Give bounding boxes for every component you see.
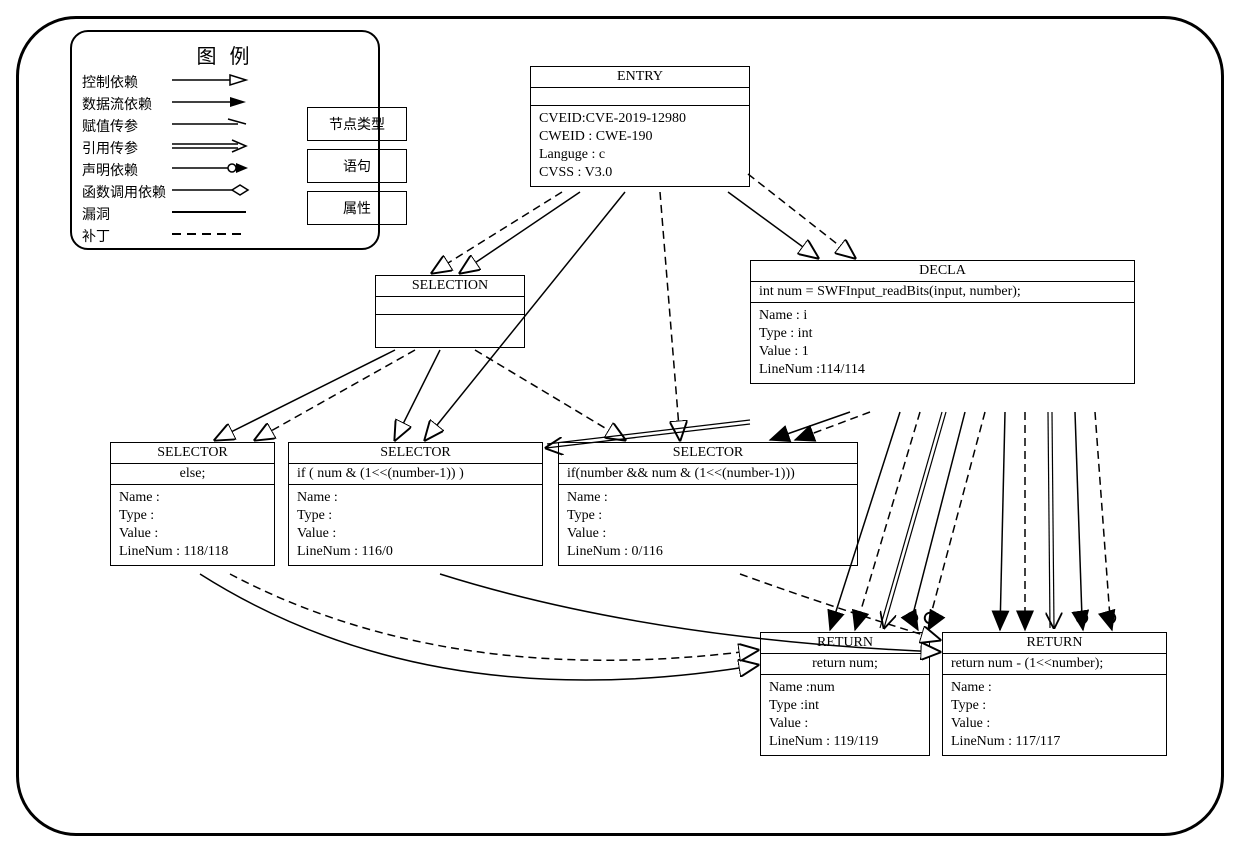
line-icon: [170, 204, 250, 228]
attr-line: Type : int: [759, 325, 1126, 343]
attr-line: Name :: [297, 489, 534, 507]
arrow-icon: [170, 94, 250, 118]
arrow-icon: [170, 138, 250, 162]
legend-panel: 图 例 控制依赖 数据流依赖 赋值传参 引用传参 声明依赖 函数调用依赖 漏洞 …: [70, 30, 380, 250]
node-attrs: [376, 315, 524, 347]
node-stmt: return num;: [761, 654, 929, 675]
arrow-icon: [170, 116, 250, 140]
legend-row: 控制依赖: [82, 73, 368, 95]
node-head: SELECTOR: [111, 443, 274, 464]
node-stmt: else;: [111, 464, 274, 485]
node-attrs: Name : Type : Value : LineNum : 117/117: [943, 675, 1166, 755]
attr-line: CVEID:CVE-2019-12980: [539, 110, 741, 128]
line-icon: [170, 226, 250, 250]
attr-line: Name :: [951, 679, 1158, 697]
node-stmt: return num - (1<<number);: [943, 654, 1166, 675]
node-head: RETURN: [943, 633, 1166, 654]
legend-label-call-dep: 函数调用依赖: [82, 183, 170, 205]
attr-line: Name : i: [759, 307, 1126, 325]
legend-shape-stmt: 语句: [307, 149, 407, 183]
attr-line: LineNum : 118/118: [119, 543, 266, 561]
legend-label-control-dep: 控制依赖: [82, 73, 170, 95]
attr-line: Value :: [769, 715, 921, 733]
legend-label-ref-param: 引用传参: [82, 139, 170, 161]
legend-title: 图 例: [82, 40, 368, 69]
node-return-expr: RETURN return num - (1<<number); Name : …: [942, 632, 1167, 756]
attr-line: LineNum :114/114: [759, 361, 1126, 379]
node-head: ENTRY: [531, 67, 749, 88]
node-attrs: Name : i Type : int Value : 1 LineNum :1…: [751, 303, 1134, 383]
node-selection: SELECTION: [375, 275, 525, 348]
attr-line: Value :: [567, 525, 849, 543]
node-stmt: if ( num & (1<<(number-1)) ): [289, 464, 542, 485]
node-head: SELECTION: [376, 276, 524, 297]
node-attrs: Name :num Type :int Value : LineNum : 11…: [761, 675, 929, 755]
node-attrs: Name : Type : Value : LineNum : 116/0: [289, 485, 542, 565]
attr-line: LineNum : 0/116: [567, 543, 849, 561]
attr-line: Type :: [119, 507, 266, 525]
attr-line: CVSS : V3.0: [539, 164, 741, 182]
node-stmt: int num = SWFInput_readBits(input, numbe…: [751, 282, 1134, 303]
attr-line: Type :: [297, 507, 534, 525]
legend-label-patch: 补丁: [82, 227, 170, 249]
attr-line: Value :: [297, 525, 534, 543]
node-stmt: [376, 297, 524, 315]
node-stmt: [531, 88, 749, 106]
arrow-icon: [170, 182, 250, 206]
arrow-icon: [170, 72, 250, 96]
attr-line: LineNum : 116/0: [297, 543, 534, 561]
node-selector-if1: SELECTOR if ( num & (1<<(number-1)) ) Na…: [288, 442, 543, 566]
attr-line: Name :: [567, 489, 849, 507]
attr-line: Languge : c: [539, 146, 741, 164]
node-return-num: RETURN return num; Name :num Type :int V…: [760, 632, 930, 756]
node-stmt: if(number && num & (1<<(number-1))): [559, 464, 857, 485]
attr-line: LineNum : 117/117: [951, 733, 1158, 751]
node-selector-else: SELECTOR else; Name : Type : Value : Lin…: [110, 442, 275, 566]
attr-line: Name :: [119, 489, 266, 507]
attr-line: Value :: [951, 715, 1158, 733]
attr-line: Value :: [119, 525, 266, 543]
attr-line: Type :: [567, 507, 849, 525]
legend-label-dataflow-dep: 数据流依赖: [82, 95, 170, 117]
attr-line: CWEID : CWE-190: [539, 128, 741, 146]
attr-line: Type :: [951, 697, 1158, 715]
attr-line: Value : 1: [759, 343, 1126, 361]
node-head: SELECTOR: [289, 443, 542, 464]
legend-label-vuln: 漏洞: [82, 205, 170, 227]
node-attrs: Name : Type : Value : LineNum : 118/118: [111, 485, 274, 565]
legend-label-assign-param: 赋值传参: [82, 117, 170, 139]
node-head: RETURN: [761, 633, 929, 654]
attr-line: Type :int: [769, 697, 921, 715]
node-decla: DECLA int num = SWFInput_readBits(input,…: [750, 260, 1135, 384]
attr-line: LineNum : 119/119: [769, 733, 921, 751]
node-head: SELECTOR: [559, 443, 857, 464]
legend-label-decl-dep: 声明依赖: [82, 161, 170, 183]
legend-shape-attr: 属性: [307, 191, 407, 225]
arrow-icon: [170, 160, 250, 184]
legend-shape-nodetype: 节点类型: [307, 107, 407, 141]
node-selector-if2: SELECTOR if(number && num & (1<<(number-…: [558, 442, 858, 566]
node-attrs: CVEID:CVE-2019-12980 CWEID : CWE-190 Lan…: [531, 106, 749, 186]
attr-line: Name :num: [769, 679, 921, 697]
node-attrs: Name : Type : Value : LineNum : 0/116: [559, 485, 857, 565]
legend-shapes: 节点类型 语句 属性: [307, 107, 407, 233]
node-entry: ENTRY CVEID:CVE-2019-12980 CWEID : CWE-1…: [530, 66, 750, 187]
node-head: DECLA: [751, 261, 1134, 282]
